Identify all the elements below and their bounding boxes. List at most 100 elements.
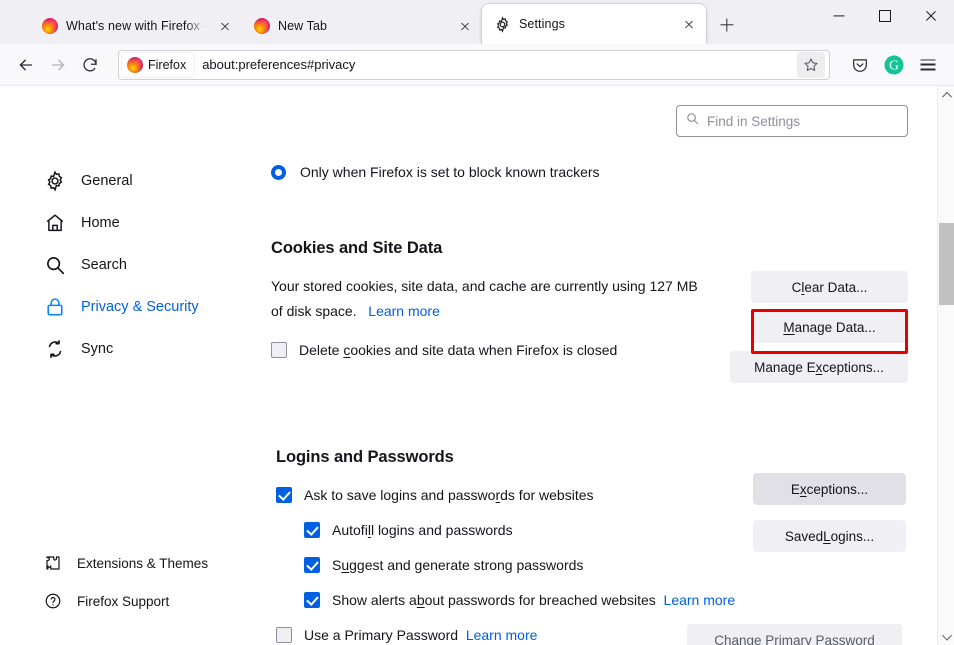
sidebar-item-privacy-security[interactable]: Privacy & Security (36, 286, 236, 328)
star-icon[interactable] (797, 52, 825, 78)
primary-password-checkbox[interactable] (276, 627, 292, 643)
browser-tab[interactable]: What's new with Firefox - More (30, 8, 242, 44)
search-settings-box[interactable] (676, 105, 908, 137)
search-icon (685, 111, 700, 131)
section-title-logins: Logins and Passwords (276, 448, 796, 467)
checkbox-label: Ask to save logins and passwords for web… (304, 487, 594, 503)
tracking-radio-option[interactable]: Only when Firefox is set to block known … (271, 164, 600, 180)
search-icon (44, 254, 66, 276)
vertical-scrollbar[interactable] (937, 86, 954, 645)
search-input[interactable] (707, 114, 899, 129)
checkbox-row[interactable]: Show alerts about passwords for breached… (304, 592, 796, 608)
settings-sidebar: General Home Search (36, 160, 236, 370)
grammarly-icon[interactable]: G (878, 49, 910, 81)
reload-button[interactable] (74, 49, 106, 81)
clear-data-button[interactable]: Clear Data... (751, 271, 908, 303)
sidebar-item-label: General (81, 173, 133, 189)
sidebar-item-general[interactable]: General (36, 160, 236, 202)
cookies-and-site-data-section: Cookies and Site Data Your stored cookie… (271, 239, 731, 358)
firefox-logo-icon (127, 57, 143, 73)
tab-title: New Tab (278, 19, 448, 33)
checkbox-row[interactable]: Suggest and generate strong passwords (304, 557, 796, 573)
home-icon (44, 212, 66, 234)
suggest-strong-passwords-checkbox[interactable] (304, 557, 320, 573)
manage-exceptions-button[interactable]: Manage Exceptions... (730, 351, 908, 383)
back-button[interactable] (10, 49, 42, 81)
logins-and-passwords-section: Logins and Passwords Ask to save logins … (276, 448, 796, 643)
manage-data-button[interactable]: Manage Data... (751, 311, 908, 343)
autofill-logins-checkbox[interactable] (304, 522, 320, 538)
radio-button-selected[interactable] (271, 165, 286, 180)
new-tab-button[interactable] (712, 10, 742, 40)
saved-logins-button[interactable]: Saved Logins... (753, 520, 906, 552)
sidebar-item-search[interactable]: Search (36, 244, 236, 286)
toolbar-actions: G (844, 49, 944, 81)
sync-icon (44, 338, 66, 360)
radio-label: Only when Firefox is set to block known … (300, 164, 600, 180)
close-window-button[interactable] (908, 0, 954, 32)
primary-password-learn-more-link[interactable]: Learn more (466, 627, 538, 643)
navigation-toolbar: Firefox about:preferences#privacy G (0, 44, 954, 86)
firefox-logo-icon (254, 18, 270, 34)
checkbox-label: Use a Primary Password Learn more (304, 627, 537, 643)
cookies-learn-more-link[interactable]: Learn more (368, 303, 440, 319)
forward-button[interactable] (42, 49, 74, 81)
settings-content: General Home Search (0, 86, 954, 645)
window-controls (816, 0, 954, 32)
breach-alerts-learn-more-link[interactable]: Learn more (664, 592, 736, 608)
ask-to-save-logins-checkbox[interactable] (276, 487, 292, 503)
exceptions-button[interactable]: Exceptions... (753, 473, 906, 505)
sidebar-item-label: Home (81, 215, 120, 231)
hamburger-menu-icon[interactable] (912, 49, 944, 81)
logins-button-column: Exceptions... Saved Logins... (753, 473, 906, 552)
browser-tab[interactable]: New Tab (242, 8, 482, 44)
gear-icon (494, 16, 511, 33)
gear-icon (44, 170, 66, 192)
question-mark-icon (44, 592, 62, 610)
chevron-up-icon[interactable] (938, 86, 954, 103)
sidebar-item-label: Search (81, 257, 127, 273)
tab-close-icon[interactable] (216, 17, 234, 35)
cookies-button-column: Clear Data... Manage Data... Manage Exce… (751, 271, 908, 383)
cookies-description-line2: of disk space. (271, 303, 357, 319)
sidebar-item-firefox-support[interactable]: Firefox Support (36, 582, 246, 620)
sidebar-item-extensions-themes[interactable]: Extensions & Themes (36, 544, 246, 582)
firefox-logo-icon (42, 18, 58, 34)
content-left-edge (0, 86, 2, 645)
tab-close-icon[interactable] (680, 15, 698, 33)
breach-alerts-checkbox[interactable] (304, 592, 320, 608)
pocket-save-icon[interactable] (844, 49, 876, 81)
section-title-cookies: Cookies and Site Data (271, 239, 731, 258)
browser-tab-settings[interactable]: Settings (482, 4, 706, 44)
checkbox-label: Suggest and generate strong passwords (332, 557, 583, 573)
settings-sidebar-footer: Extensions & Themes Firefox Support (36, 544, 246, 620)
url-text: about:preferences#privacy (194, 57, 797, 72)
delete-cookies-on-close-row[interactable]: Delete cookies and site data when Firefo… (271, 342, 731, 358)
tab-strip: What's new with Firefox - More New Tab S… (0, 0, 954, 44)
change-primary-password-button[interactable]: Change Primary Password (687, 624, 902, 645)
identity-chip[interactable]: Firefox (122, 53, 194, 77)
checkbox-row[interactable]: Ask to save logins and passwords for web… (276, 487, 796, 503)
sidebar-item-label: Firefox Support (77, 594, 169, 609)
tab-title: What's new with Firefox - More (66, 19, 208, 33)
sidebar-item-label: Privacy & Security (81, 299, 199, 315)
sidebar-item-home[interactable]: Home (36, 202, 236, 244)
checkbox-row[interactable]: Autofill logins and passwords (304, 522, 796, 538)
sidebar-item-label: Sync (81, 341, 113, 357)
cookies-description-line1: Your stored cookies, site data, and cach… (271, 278, 698, 294)
url-bar[interactable]: Firefox about:preferences#privacy (118, 50, 830, 80)
sidebar-item-sync[interactable]: Sync (36, 328, 236, 370)
chevron-down-icon[interactable] (938, 628, 954, 645)
maximize-button[interactable] (862, 0, 908, 32)
minimize-button[interactable] (816, 0, 862, 32)
delete-cookies-label: Delete cookies and site data when Firefo… (299, 342, 617, 358)
tab-close-icon[interactable] (456, 17, 474, 35)
grammarly-label: G (885, 55, 904, 74)
firefox-browser-window: What's new with Firefox - More New Tab S… (0, 0, 954, 645)
checkbox-label: Autofill logins and passwords (332, 522, 513, 538)
delete-cookies-checkbox[interactable] (271, 342, 287, 358)
puzzle-piece-icon (44, 554, 62, 572)
scrollbar-thumb[interactable] (939, 223, 954, 305)
checkbox-label: Show alerts about passwords for breached… (332, 592, 735, 608)
lock-icon (44, 296, 66, 318)
